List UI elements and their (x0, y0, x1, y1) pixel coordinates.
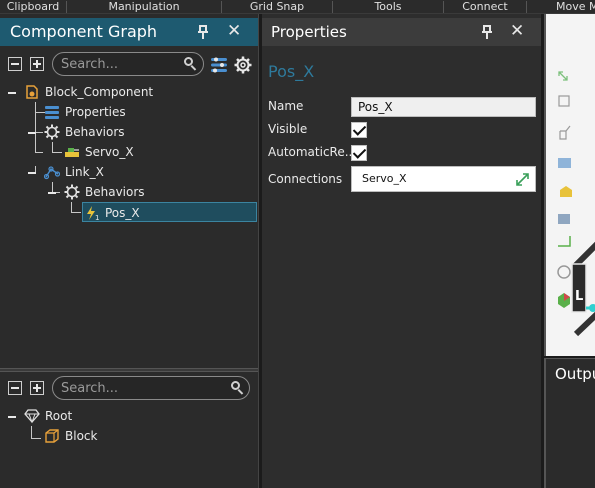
ribbon-group-grid-snap: Grid Snap (249, 0, 305, 13)
collapse-toggle[interactable] (28, 132, 36, 134)
component-icon (26, 85, 38, 99)
panel-title: Properties (271, 23, 347, 41)
connections-value: Servo_X (362, 172, 407, 185)
ribbon-group-manipulation: Manipulation (108, 0, 180, 13)
properties-icon (45, 106, 59, 119)
expand-all-button[interactable] (30, 57, 44, 71)
connections-label: Connections (268, 172, 343, 186)
settings-gear-icon[interactable] (234, 56, 252, 74)
viewport-3d[interactable]: L (544, 14, 595, 356)
tree-label: Servo_X (85, 145, 134, 159)
tree-row-block[interactable]: Block (0, 427, 258, 445)
component-graph-panel: Component Graph ✕ Search... Block_Compon… (0, 14, 259, 488)
expand-all-button[interactable] (30, 381, 44, 395)
collapse-toggle[interactable] (8, 416, 16, 418)
ribbon-group-clipboard: Clipboard (6, 0, 60, 13)
tree-label: Root (45, 409, 73, 423)
tree-row-link-x[interactable]: Link_X (0, 163, 258, 181)
tree-label: Behaviors (85, 185, 145, 199)
properties-panel: Properties ✕ Pos_X Name Pos_X Visible Au… (262, 14, 541, 488)
cube-icon (45, 429, 59, 443)
signal-icon: 1 (87, 206, 99, 221)
name-field[interactable]: Pos_X (351, 97, 536, 117)
tree-row-behaviors[interactable]: Behaviors (0, 123, 258, 141)
search-input[interactable] (61, 380, 171, 396)
tree-row-properties[interactable]: Properties (0, 103, 258, 121)
expand-icon[interactable] (516, 173, 529, 186)
tree-label: Block (65, 429, 98, 443)
tree-label: Behaviors (65, 125, 125, 139)
ribbon-group-tools: Tools (374, 0, 402, 13)
pin-icon[interactable] (482, 25, 492, 39)
gear-icon (64, 184, 80, 200)
tree-label: Properties (65, 105, 126, 119)
tree-row-pos-x-selected[interactable]: 1 Pos_X (82, 202, 257, 222)
search-box[interactable] (52, 52, 204, 76)
tree-connector (71, 212, 81, 213)
svg-text:1: 1 (95, 214, 99, 221)
gear-icon (44, 124, 60, 140)
tree-row-root[interactable]: Root (0, 407, 258, 425)
collapse-toggle[interactable] (48, 192, 56, 194)
visible-checkbox[interactable] (351, 122, 367, 138)
output-panel: Output (544, 358, 595, 488)
tree-label: Pos_X (105, 206, 140, 220)
properties-header: Properties ✕ (262, 18, 541, 46)
tree-row-servo-x[interactable]: Servo_X (0, 143, 258, 161)
search-box[interactable] (52, 376, 250, 400)
automatic-reset-label: AutomaticRe... (268, 145, 357, 159)
tree-row-behaviors-nested[interactable]: Behaviors (0, 183, 258, 201)
component-graph-header: Component Graph ✕ (0, 18, 258, 46)
visible-label: Visible (268, 122, 308, 136)
ribbon-group-connect: Connect (462, 0, 508, 13)
collapse-all-button[interactable] (8, 57, 22, 71)
close-icon[interactable]: ✕ (227, 23, 241, 40)
panel-splitter[interactable] (0, 368, 258, 372)
filter-icon[interactable] (210, 56, 228, 74)
ribbon-group-labels: Clipboard Manipulation Grid Snap Tools C… (0, 0, 595, 14)
collapse-toggle[interactable] (8, 92, 16, 94)
pin-icon[interactable] (198, 25, 208, 39)
collapse-all-button[interactable] (8, 381, 22, 395)
link-icon (44, 166, 60, 180)
automatic-reset-checkbox[interactable] (351, 145, 367, 161)
tree-label: Link_X (65, 165, 104, 179)
tree-row-block-component[interactable]: Block_Component (0, 83, 258, 101)
search-icon[interactable] (231, 381, 245, 395)
search-input[interactable] (61, 56, 171, 72)
tree-label: Block_Component (45, 85, 154, 99)
search-icon[interactable] (184, 57, 198, 71)
selected-object-name: Pos_X (268, 62, 315, 81)
viewport-toolbar-icons: L (557, 71, 595, 337)
tree-connector (71, 202, 72, 212)
servo-icon (65, 148, 79, 157)
collapse-toggle[interactable] (28, 172, 36, 174)
connections-field[interactable]: Servo_X (351, 166, 536, 192)
panel-title: Component Graph (10, 22, 158, 41)
svg-text:L: L (575, 289, 583, 304)
ribbon-group-move: Move M (556, 0, 595, 13)
diamond-icon (24, 409, 40, 424)
panel-title: Output (555, 365, 595, 383)
close-icon[interactable]: ✕ (510, 23, 524, 40)
name-label: Name (268, 99, 304, 113)
